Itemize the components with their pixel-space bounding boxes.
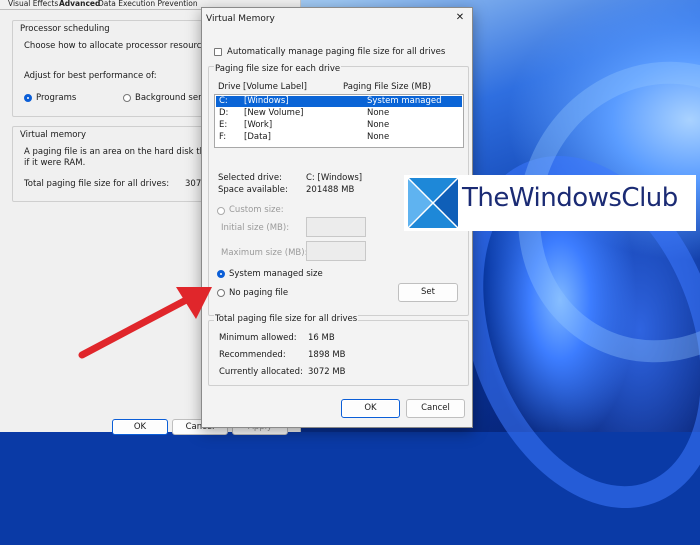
- drive-row[interactable]: E: [Work] None: [216, 120, 462, 131]
- initial-size-input[interactable]: [306, 217, 366, 237]
- space-available-value: 201488 MB: [306, 185, 355, 195]
- no-paging-file-radio[interactable]: [217, 289, 225, 297]
- background-services-radio[interactable]: [123, 94, 131, 102]
- close-icon[interactable]: ✕: [454, 12, 466, 24]
- brand-watermark: TheWindowsClub: [404, 175, 696, 231]
- selected-drive-label: Selected drive:: [218, 173, 282, 183]
- dialog-ok-button[interactable]: OK: [341, 399, 400, 418]
- drive-label: [New Volume]: [244, 108, 304, 118]
- recommended-label: Recommended:: [219, 350, 286, 360]
- totals-heading: Total paging file size for all drives: [214, 314, 359, 324]
- drive-label: [Data]: [244, 132, 271, 142]
- drive-list[interactable]: C: [Windows] System managed D: [New Volu…: [214, 94, 464, 148]
- initial-size-label: Initial size (MB):: [221, 223, 290, 233]
- minimum-allowed-value: 16 MB: [308, 333, 335, 343]
- tab-advanced[interactable]: Advanced: [59, 0, 100, 8]
- drive-letter: C:: [219, 96, 228, 106]
- drive-letter: D:: [219, 108, 229, 118]
- drive-paging-size: System managed: [367, 96, 442, 106]
- maximum-size-label: Maximum size (MB):: [221, 248, 308, 258]
- virtual-memory-description-line2: if it were RAM.: [24, 158, 86, 168]
- adjust-performance-label: Adjust for best performance of:: [24, 71, 157, 81]
- drive-paging-size: None: [367, 132, 390, 142]
- drive-label: [Work]: [244, 120, 273, 130]
- custom-size-radio[interactable]: [217, 207, 225, 215]
- virtual-memory-description-line1: A paging file is an area on the hard dis…: [24, 147, 225, 157]
- paging-section-heading: Paging file size for each drive: [214, 64, 342, 74]
- drive-paging-size: None: [367, 120, 390, 130]
- processor-scheduling-description: Choose how to allocate processor resourc…: [24, 41, 214, 51]
- currently-allocated-label: Currently allocated:: [219, 367, 303, 377]
- auto-manage-checkbox[interactable]: [214, 48, 222, 56]
- column-volume-label: [Volume Label]: [243, 82, 307, 92]
- no-paging-file-label: No paging file: [229, 288, 289, 298]
- space-available-label: Space available:: [218, 185, 288, 195]
- drive-row[interactable]: C: [Windows] System managed: [216, 96, 462, 107]
- maximum-size-input[interactable]: [306, 241, 366, 261]
- column-paging-size: Paging File Size (MB): [343, 82, 432, 92]
- ok-button[interactable]: OK: [112, 419, 168, 435]
- tab-visual-effects[interactable]: Visual Effects: [8, 0, 58, 8]
- recommended-value: 1898 MB: [308, 350, 346, 360]
- minimum-allowed-label: Minimum allowed:: [219, 333, 297, 343]
- auto-manage-label: Automatically manage paging file size fo…: [227, 47, 446, 57]
- background-services-label: Background servi: [135, 93, 209, 103]
- custom-size-label: Custom size:: [229, 205, 284, 215]
- system-managed-radio[interactable]: [217, 270, 225, 278]
- drive-label: [Windows]: [244, 96, 289, 106]
- drive-row[interactable]: D: [New Volume] None: [216, 108, 462, 119]
- drive-letter: E:: [219, 120, 228, 130]
- total-paging-label: Total paging file size for all drives:: [24, 179, 170, 189]
- currently-allocated-value: 3072 MB: [308, 367, 346, 377]
- dialog-title: Virtual Memory: [206, 14, 275, 24]
- set-button[interactable]: Set: [398, 283, 458, 302]
- drive-paging-size: None: [367, 108, 390, 118]
- annotation-arrow-icon: [78, 287, 212, 359]
- processor-scheduling-heading: Processor scheduling: [20, 24, 110, 34]
- programs-label: Programs: [36, 93, 77, 103]
- brand-text: TheWindowsClub: [462, 183, 678, 213]
- windows-club-logo-icon: [408, 178, 458, 228]
- column-drive: Drive: [218, 82, 241, 92]
- virtual-memory-heading: Virtual memory: [20, 130, 86, 140]
- programs-radio[interactable]: [24, 94, 32, 102]
- drive-row[interactable]: F: [Data] None: [216, 132, 462, 143]
- system-managed-label: System managed size: [229, 269, 323, 279]
- selected-drive-value: C: [Windows]: [306, 173, 363, 183]
- dialog-cancel-button[interactable]: Cancel: [406, 399, 465, 418]
- drive-letter: F:: [219, 132, 227, 142]
- tab-data-execution-prevention[interactable]: Data Execution Prevention: [98, 0, 198, 8]
